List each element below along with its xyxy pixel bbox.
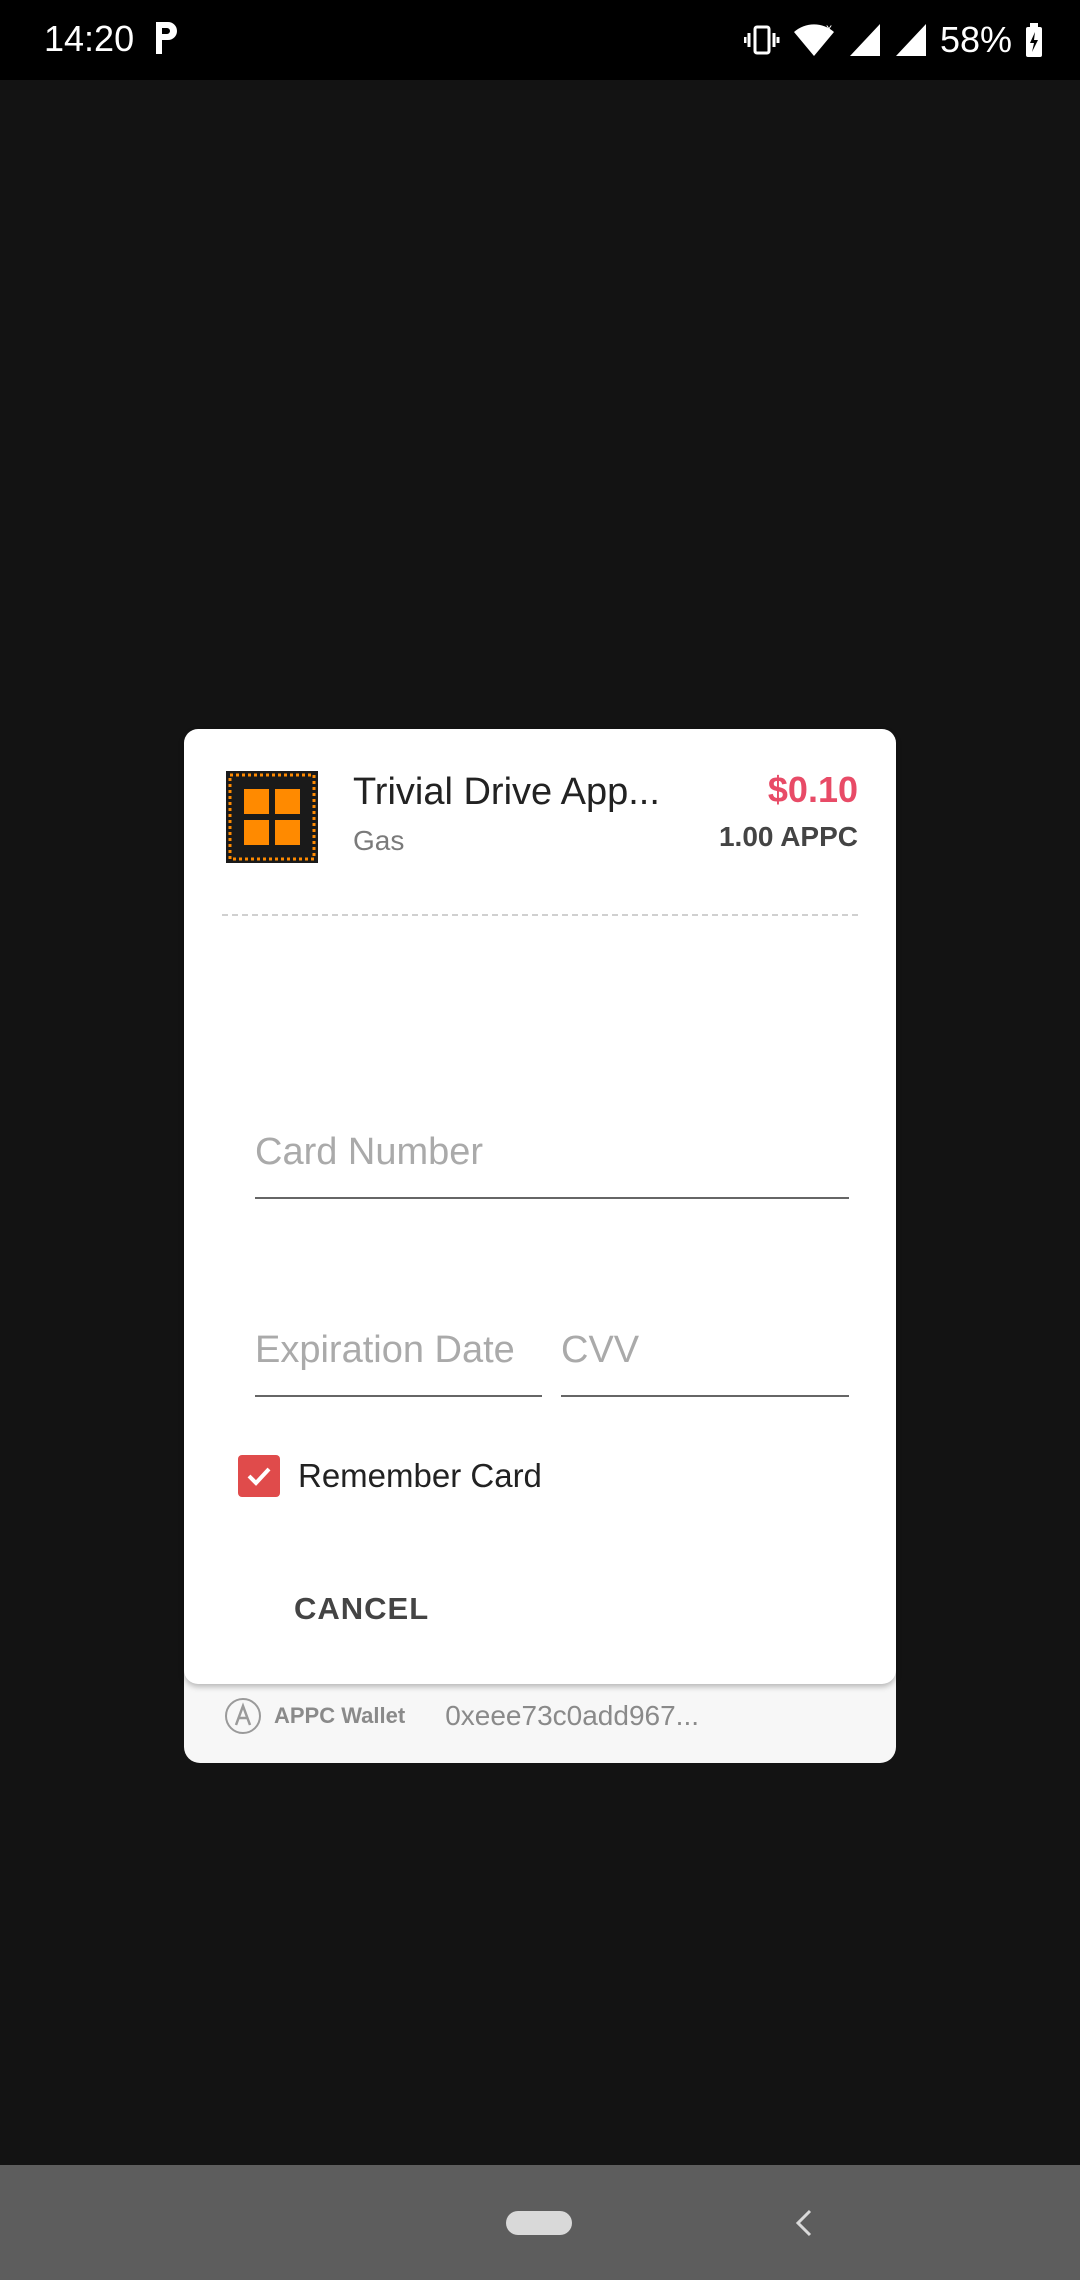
expiration-date-field — [255, 1315, 542, 1397]
battery-charging-icon — [1026, 23, 1042, 57]
status-icons: x 58% — [743, 14, 1044, 66]
product-name: Gas — [353, 825, 405, 856]
navigation-bar — [0, 2165, 1080, 2280]
vibrate-icon — [743, 25, 780, 55]
payment-card: Trivial Drive App... Gas $0.10 1.00 APPC… — [184, 729, 896, 1684]
card-number-field — [255, 1117, 849, 1199]
back-icon[interactable] — [792, 2207, 816, 2239]
status-time: 14:20 — [44, 18, 135, 59]
app-icon — [226, 771, 318, 863]
signal-icon — [849, 24, 880, 56]
appc-logo-icon — [225, 1698, 261, 1734]
wallet-address: 0xeee73c0add967... — [445, 1700, 699, 1731]
battery-percent: 58% — [939, 19, 1012, 60]
expiration-date-input[interactable] — [255, 1315, 542, 1385]
cvv-input[interactable] — [561, 1315, 849, 1385]
price-appc: 1.00 APPC — [718, 821, 858, 852]
remember-card-row[interactable]: Remember Card — [238, 1451, 542, 1501]
cvv-field — [561, 1315, 849, 1397]
cancel-button[interactable]: CANCEL — [294, 1584, 429, 1634]
price-fiat: $0.10 — [767, 769, 858, 810]
payment-dialog: APPC Wallet 0xeee73c0add967... Trivial D… — [184, 729, 896, 1763]
dashed-divider — [222, 914, 858, 916]
remember-card-checkbox[interactable] — [238, 1455, 280, 1497]
wallet-label: APPC Wallet — [274, 1703, 406, 1728]
wifi-icon: x — [793, 22, 834, 56]
checkmark-icon — [247, 1467, 271, 1486]
app-title: Trivial Drive App... — [353, 771, 660, 813]
home-button[interactable] — [506, 2211, 572, 2235]
status-bar: 14:20 x 58% — [0, 0, 1080, 80]
signal-icon — [895, 24, 926, 56]
svg-text:x: x — [826, 22, 832, 35]
remember-card-label: Remember Card — [298, 1457, 542, 1494]
card-number-input[interactable] — [255, 1117, 849, 1187]
parking-icon — [156, 22, 177, 54]
